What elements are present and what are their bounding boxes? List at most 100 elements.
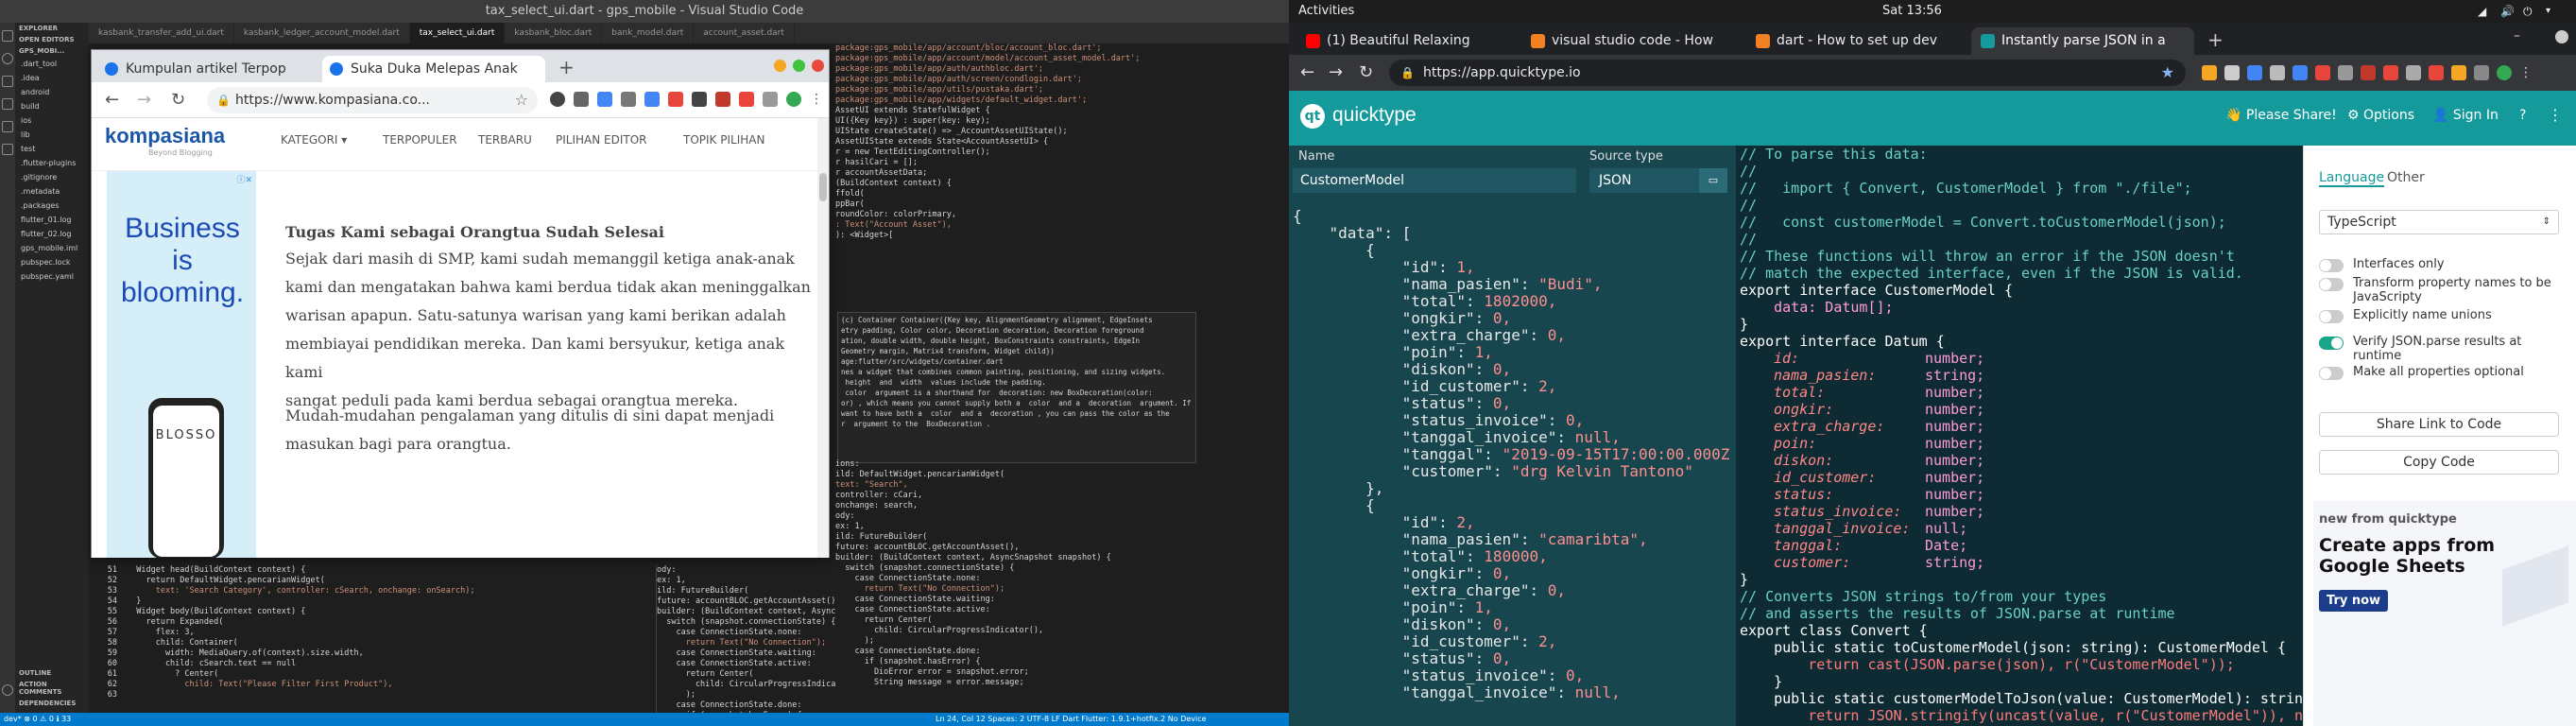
file-tree-item[interactable]: .idea	[15, 71, 89, 85]
code-pane-left[interactable]: Widget head(BuildContext context) { retu…	[127, 565, 656, 713]
language-select[interactable]: TypeScript ⇕	[2319, 210, 2559, 234]
menu-terpopuler[interactable]: TERPOPULER	[383, 133, 457, 147]
folder-icon[interactable]: ▭	[1699, 168, 1727, 193]
code-pane-right-bottom[interactable]: ions: ild: DefaultWidget.pencarianWidget(…	[835, 459, 1289, 713]
code-pane-right[interactable]: package:gps_mobile/app/account/bloc/acco…	[835, 43, 1289, 318]
bookmark-star-icon[interactable]: ☆	[515, 87, 528, 113]
file-tree-item[interactable]: ios	[15, 113, 89, 128]
forward-icon[interactable]: →	[137, 90, 151, 110]
tab-suka-duka[interactable]: Suka Duka Melepas Anak	[322, 56, 545, 82]
file-tree-item[interactable]: flutter_02.log	[15, 227, 89, 241]
forward-icon[interactable]: →	[1329, 62, 1343, 82]
close-icon[interactable]	[2555, 30, 2568, 43]
profile-avatar[interactable]	[2497, 65, 2512, 80]
profile-avatar[interactable]	[786, 92, 801, 107]
source-control-icon[interactable]	[2, 76, 13, 87]
quicktype-logo-icon[interactable]: qt	[1300, 104, 1325, 129]
editor-tab[interactable]: kasbank_bloc.dart	[505, 23, 603, 43]
name-input[interactable]	[1293, 168, 1576, 193]
extension-icon[interactable]	[2224, 65, 2240, 80]
tab-youtube[interactable]: (1) Beautiful Relaxing	[1297, 27, 1520, 55]
address-bar[interactable]: 🔒 https://app.quicktype.io ★	[1389, 60, 2186, 86]
editor-tab[interactable]: kasbank_ledger_account_model.dart	[233, 23, 410, 43]
volume-icon[interactable]: 🔊	[2500, 0, 2515, 23]
activities-button[interactable]: Activities	[1298, 0, 1354, 23]
option-toggle[interactable]	[2319, 259, 2344, 272]
option-toggle[interactable]	[2319, 367, 2344, 380]
tab-other[interactable]: Other	[2387, 170, 2425, 185]
options-button[interactable]: ⚙ Options	[2347, 108, 2414, 123]
close-icon[interactable]	[812, 60, 824, 72]
network-icon[interactable]: ◢	[2478, 0, 2486, 23]
back-icon[interactable]: ←	[1300, 62, 1314, 82]
power-icon[interactable]: ⏻	[2523, 0, 2533, 23]
copy-code-button[interactable]: Copy Code	[2319, 450, 2559, 475]
extension-icon[interactable]	[2247, 65, 2262, 80]
tab-kumpulan[interactable]: Kumpulan artikel Terpop	[97, 56, 320, 82]
quicktype-brand[interactable]: quicktype	[1332, 104, 1417, 127]
file-tree-item[interactable]: flutter_01.log	[15, 213, 89, 227]
status-left[interactable]: dev* ⊗ 0 ⚠ 0 ℹ 33	[4, 713, 71, 726]
extension-icon[interactable]	[621, 92, 636, 107]
reload-icon[interactable]: ↻	[171, 90, 185, 110]
extension-icon[interactable]	[692, 92, 707, 107]
json-editor[interactable]: { "data": [ { "id": 1, "nama_pasien": "B…	[1293, 208, 1729, 726]
menu-terbaru[interactable]: TERBARU	[478, 133, 532, 147]
extension-icon[interactable]	[2293, 65, 2308, 80]
site-logo[interactable]: kompasiana	[105, 124, 225, 148]
file-tree-item[interactable]: .flutter-plugins	[15, 156, 89, 170]
menu-kebab-icon[interactable]: ⋮	[2519, 65, 2533, 80]
debug-icon[interactable]	[2, 98, 13, 110]
editor-tab[interactable]: account_asset.dart	[694, 23, 795, 43]
extension-icon[interactable]	[715, 92, 730, 107]
status-right[interactable]: Ln 24, Col 12 Spaces: 2 UTF-8 LF Dart Fl…	[936, 713, 1207, 726]
file-tree-item[interactable]: test	[15, 142, 89, 156]
editor-tab[interactable]: bank_model.dart	[602, 23, 695, 43]
ad-banner[interactable]: Business is blooming. BLOSSO ⓘ✕	[107, 171, 256, 558]
menu-kebab-icon[interactable]: ⋮	[810, 92, 823, 107]
file-tree-item[interactable]: pubspec.lock	[15, 255, 89, 269]
extension-icon[interactable]	[550, 92, 565, 107]
search-icon[interactable]	[2, 53, 13, 64]
ad-close-icon[interactable]: ⓘ✕	[236, 173, 252, 185]
project-header[interactable]: GPS_MOBI...	[15, 45, 89, 57]
new-tab-icon[interactable]: +	[558, 56, 575, 78]
extension-icon[interactable]	[2338, 65, 2353, 80]
option-toggle[interactable]	[2319, 278, 2344, 291]
maximize-icon[interactable]	[793, 60, 805, 72]
reload-icon[interactable]: ↻	[1359, 62, 1373, 82]
try-now-button[interactable]: Try now	[2319, 590, 2389, 612]
option-toggle[interactable]	[2319, 337, 2344, 350]
extension-icon[interactable]	[2429, 65, 2444, 80]
file-tree-item[interactable]: gps_mobile.iml	[15, 241, 89, 255]
file-tree-item[interactable]: android	[15, 85, 89, 99]
page-scrollbar[interactable]	[817, 118, 829, 558]
file-tree-item[interactable]: .metadata	[15, 184, 89, 199]
file-tree-item[interactable]: .dart_tool	[15, 57, 89, 71]
extension-icon[interactable]	[644, 92, 660, 107]
extension-icon[interactable]	[2361, 65, 2376, 80]
code-pane-middle[interactable]: ody: ex: 1, ild: FutureBuilder(future: acc…	[656, 565, 835, 713]
extension-icon[interactable]	[668, 92, 683, 107]
output-code-panel[interactable]: // To parse this data://// import { Conv…	[1736, 146, 2303, 726]
sidebar-section-header[interactable]: DEPENDENCIES	[15, 698, 89, 709]
please-share-link[interactable]: 👋 Please Share!	[2225, 108, 2337, 123]
clock[interactable]: Sat 13:56	[1882, 0, 1942, 23]
file-tree-item[interactable]: .gitignore	[15, 170, 89, 184]
new-tab-icon[interactable]: +	[2207, 28, 2224, 51]
typescript-output[interactable]: // To parse this data://// import { Conv…	[1740, 146, 2303, 726]
extension-icon[interactable]	[574, 92, 589, 107]
address-bar-small[interactable]: 🔒 https://www.kompasiana.co... ☆	[207, 87, 538, 113]
menu-kategori[interactable]: KATEGORI ▾	[281, 133, 347, 147]
file-tree-item[interactable]: pubspec.yaml	[15, 269, 89, 284]
scrollbar-thumb[interactable]	[819, 173, 827, 201]
tab-quicktype[interactable]: Instantly parse JSON in a	[1971, 27, 2194, 55]
menu-kebab-icon[interactable]: ⋮	[2548, 106, 2563, 124]
remote-icon[interactable]	[2, 144, 13, 155]
minimize-icon[interactable]: –	[2514, 28, 2520, 43]
extension-icon[interactable]	[2451, 65, 2466, 80]
file-tree-item[interactable]: lib	[15, 128, 89, 142]
option-toggle[interactable]	[2319, 310, 2344, 323]
share-link-button[interactable]: Share Link to Code	[2319, 412, 2559, 437]
file-tree-item[interactable]: build	[15, 99, 89, 113]
